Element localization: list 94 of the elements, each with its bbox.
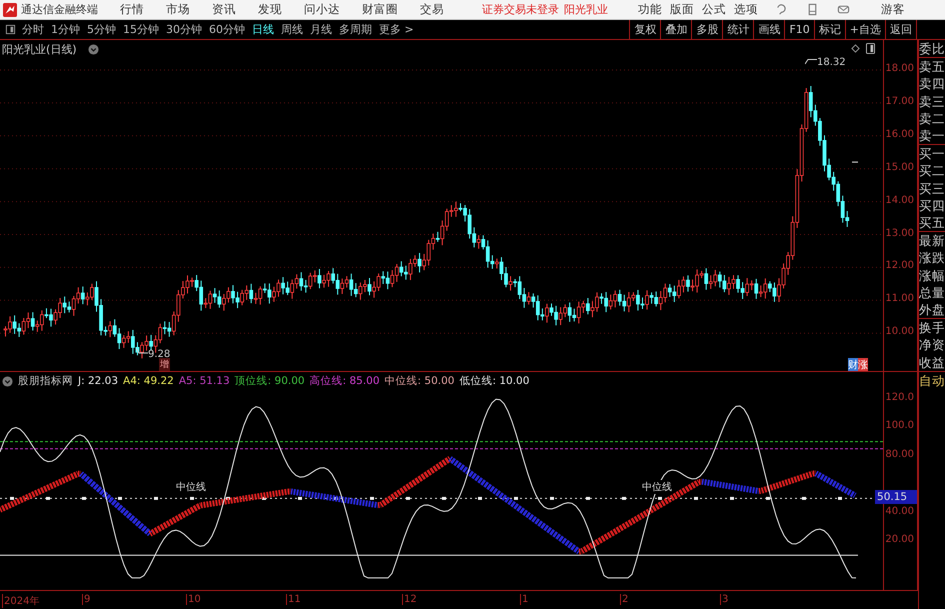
time-axis-label: 1: [520, 594, 528, 605]
tool-button[interactable]: 叠加: [660, 20, 692, 39]
quote-field-label: 卖一: [919, 127, 945, 146]
period-tab[interactable]: 60分钟: [209, 20, 245, 39]
time-axis-label: 2: [620, 594, 628, 605]
quote-field-label: 总量: [919, 284, 945, 302]
quote-field-label: 卖三: [919, 92, 945, 110]
period-tab[interactable]: 30分钟: [166, 20, 202, 39]
indicator-reading: 低位线: 10.00: [459, 374, 530, 388]
tool-button[interactable]: 多股: [691, 20, 722, 39]
menu-item[interactable]: 问小达: [304, 2, 340, 17]
menu-item[interactable]: 资讯: [212, 2, 236, 17]
quote-field-label: 买五: [919, 214, 945, 232]
period-tab[interactable]: 1分钟: [51, 20, 80, 39]
quote-field-label: 卖四: [919, 75, 945, 93]
axis-label: 20.00: [885, 534, 914, 545]
tool-button[interactable]: +自选: [844, 20, 885, 39]
indicator-reading: J: 22.03: [78, 375, 118, 387]
axis-label: 13.00: [885, 228, 914, 238]
current-value-tag: 50.15: [875, 490, 917, 504]
function-menu[interactable]: 选项: [734, 2, 758, 17]
quote-field-label: 卖五: [919, 58, 945, 76]
axis-label: 10.00: [885, 326, 914, 338]
period-tab[interactable]: 15分钟: [123, 20, 159, 39]
app-title: 通达信金融终端: [21, 2, 98, 17]
news-tag[interactable]: 涨: [858, 358, 868, 371]
quote-field-label: 涨跌: [919, 249, 945, 267]
axis-label: 12.00: [885, 260, 914, 272]
time-axis-label: 10: [186, 594, 201, 605]
axis-label: 80.00: [885, 448, 914, 460]
function-menu[interactable]: 公式: [702, 2, 726, 17]
tool-button[interactable]: 标记: [814, 20, 845, 39]
quote-field-label: 外盘: [919, 301, 945, 320]
period-tab[interactable]: 多周期: [339, 20, 372, 39]
period-tab[interactable]: 日线: [252, 20, 274, 39]
period-tab[interactable]: 更多 >: [379, 20, 414, 39]
time-axis-label: 2024年: [2, 594, 40, 608]
time-axis-label: 11: [286, 594, 301, 605]
indicator-reading: 顶位线: 90.00: [234, 374, 305, 388]
menu-item[interactable]: 交易: [420, 2, 444, 17]
tool-button[interactable]: 统计: [722, 20, 754, 39]
quote-field-label: 委比: [919, 40, 945, 58]
axis-label: 40.00: [885, 506, 914, 517]
indicator-reading: A5: 51.13: [178, 375, 230, 387]
line-label: 中位线: [176, 480, 206, 494]
function-menu[interactable]: 版面: [670, 2, 694, 17]
axis-label: 15.00: [885, 162, 914, 173]
period-tab[interactable]: 分时: [22, 20, 44, 39]
time-axis-label: 3: [720, 594, 728, 605]
period-tab[interactable]: 月线: [310, 20, 332, 39]
indicator-reading: 高位线: 85.00: [310, 374, 380, 388]
indicator-reading: 中位线: 50.00: [384, 374, 454, 388]
news-tag[interactable]: 财: [848, 358, 858, 371]
tool-button[interactable]: 返回: [885, 20, 916, 39]
auto-button[interactable]: 自动: [919, 372, 945, 391]
quote-field-label: 最新: [919, 232, 945, 250]
quote-field-label: 净资: [919, 336, 945, 354]
line-label: 中位线: [642, 480, 672, 494]
chart-title: 阳光乳业(日线): [2, 42, 77, 57]
quote-field-label: 买二: [919, 162, 945, 180]
quote-field-label: 买三: [919, 180, 945, 197]
axis-label: 14.00: [885, 194, 914, 206]
time-axis-label: 12: [402, 594, 417, 605]
tool-button[interactable]: 画线: [753, 20, 784, 39]
menu-item[interactable]: 行情: [120, 2, 144, 17]
menu-item[interactable]: 财富圈: [362, 2, 398, 17]
quote-field-label: 换手: [919, 319, 945, 336]
axis-label: 100.0: [885, 420, 914, 432]
menu-item[interactable]: 发现: [258, 2, 282, 17]
tool-button[interactable]: 复权: [629, 20, 660, 39]
axis-label: 11.00: [885, 293, 914, 304]
tool-button[interactable]: F10: [784, 20, 814, 39]
low-price-label: 9.28: [148, 349, 170, 360]
menu-item[interactable]: 市场: [166, 2, 190, 17]
quote-field-label: 买四: [919, 196, 945, 214]
stock-name: 阳光乳业: [564, 2, 608, 17]
period-tab[interactable]: 5分钟: [87, 20, 116, 39]
axis-label: 120.0: [885, 392, 914, 403]
user-name[interactable]: 游客: [881, 2, 905, 17]
axis-label: 17.00: [885, 96, 914, 107]
high-price-label: 18.32: [817, 57, 846, 68]
quote-field-label: 买一: [919, 145, 945, 162]
quote-field-label: 涨幅: [919, 266, 945, 284]
event-marker[interactable]: 增: [159, 358, 170, 371]
login-status[interactable]: 证券交易未登录: [482, 2, 559, 17]
function-menu[interactable]: 功能: [638, 2, 662, 17]
period-tab[interactable]: 周线: [281, 20, 303, 39]
axis-label: 16.00: [885, 128, 914, 140]
axis-label: 18.00: [885, 63, 914, 74]
time-axis-label: 9: [82, 594, 90, 605]
indicator-name[interactable]: 股朋指标网: [18, 374, 73, 388]
quote-field-label: 收益: [919, 354, 945, 371]
indicator-reading: A4: 49.22: [123, 375, 174, 387]
quote-field-label: 卖二: [919, 110, 945, 128]
